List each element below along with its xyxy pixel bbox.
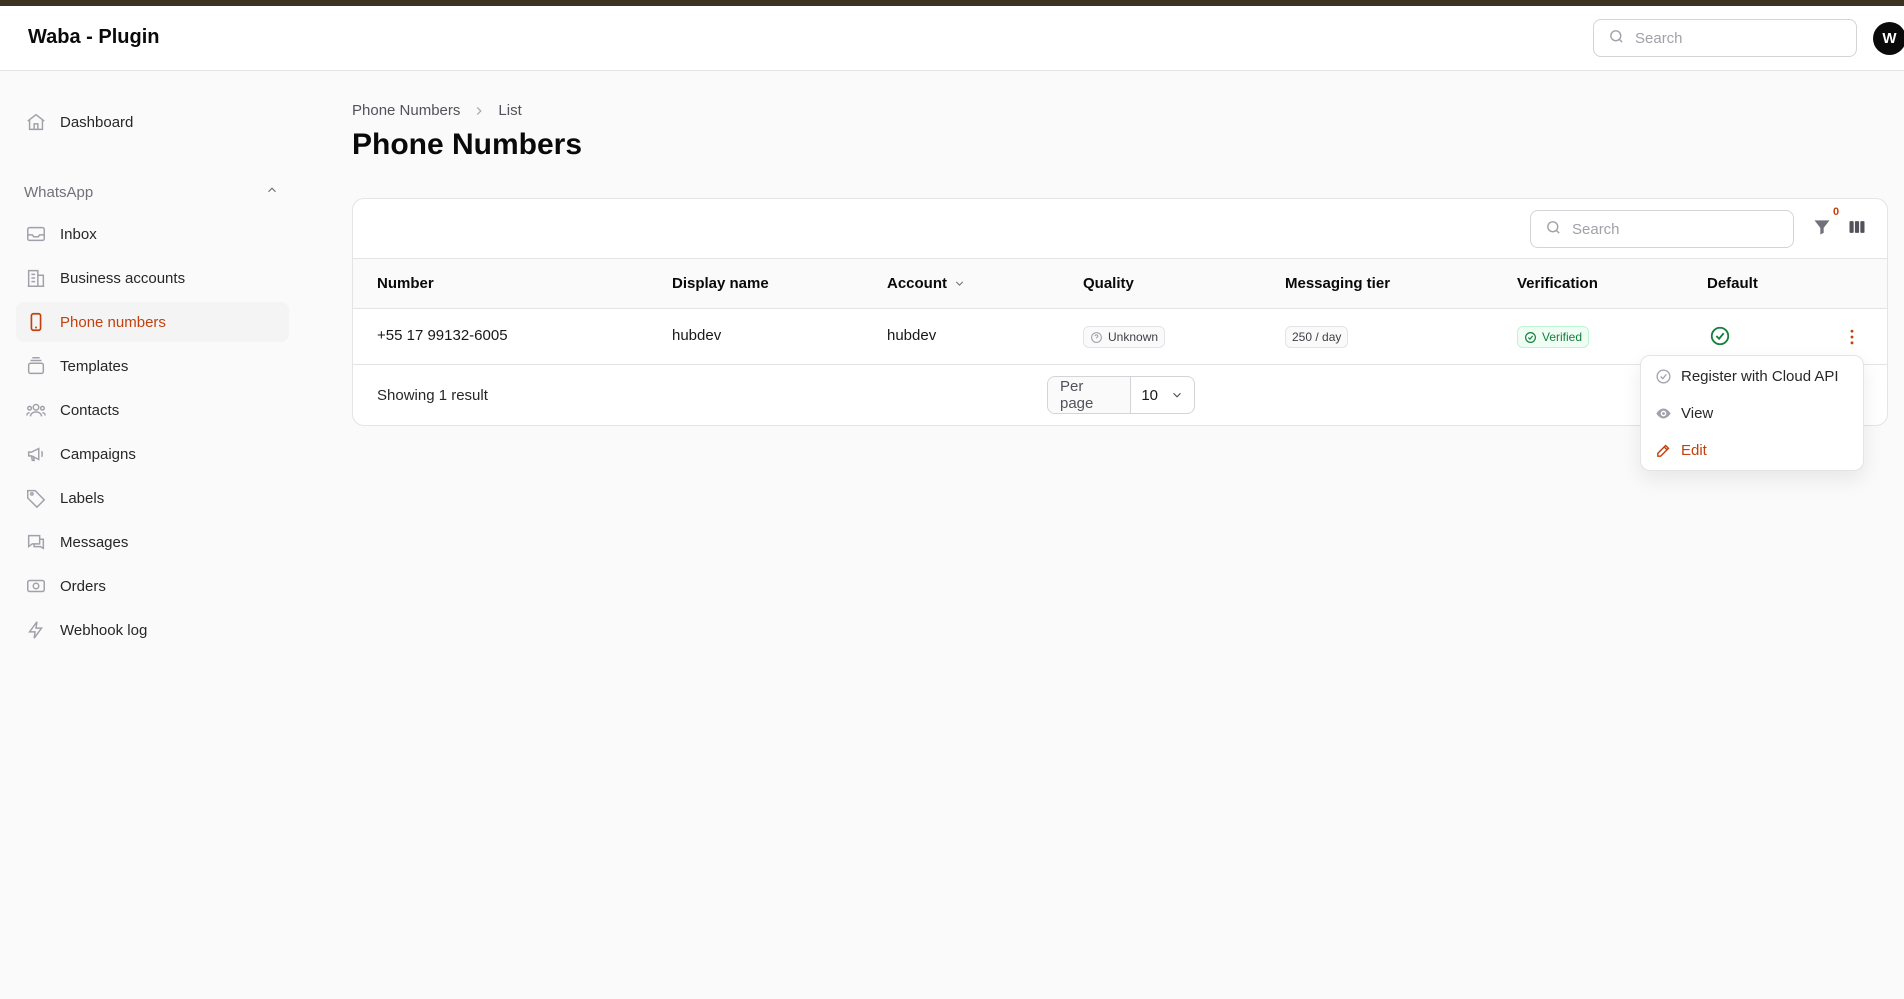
- per-page-select[interactable]: 10: [1131, 387, 1194, 404]
- sidebar-item-label: Webhook log: [60, 621, 148, 639]
- table-search[interactable]: [1530, 210, 1794, 248]
- users-icon: [24, 398, 48, 422]
- breadcrumb-parent[interactable]: Phone Numbers: [352, 102, 460, 119]
- column-header-display-name: Display name: [672, 275, 769, 292]
- sidebar-item-templates[interactable]: Templates: [16, 346, 289, 386]
- sidebar-item-label: Templates: [60, 357, 129, 375]
- menu-item-edit[interactable]: Edit: [1641, 432, 1863, 468]
- chevron-up-icon: [265, 183, 279, 201]
- per-page-value: 10: [1141, 386, 1158, 404]
- megaphone-icon: [24, 442, 48, 466]
- cell-display-name: hubdev: [672, 327, 722, 344]
- column-header-messaging-tier: Messaging tier: [1285, 275, 1391, 292]
- top-bar: Waba - Plugin W: [0, 6, 1904, 71]
- chevron-down-icon: [953, 277, 966, 290]
- home-icon: [24, 110, 48, 134]
- inbox-icon: [24, 222, 48, 246]
- verification-badge-label: Verified: [1542, 330, 1583, 344]
- row-actions-button[interactable]: [1840, 325, 1864, 349]
- sidebar-group-label: WhatsApp: [24, 183, 94, 201]
- sidebar-item-label: Inbox: [60, 225, 97, 243]
- sidebar-item-label: Campaigns: [60, 445, 136, 463]
- question-circle-icon: [1090, 331, 1103, 344]
- chat-icon: [24, 530, 48, 554]
- edit-icon: [1653, 440, 1673, 460]
- column-header-verification: Verification: [1517, 275, 1598, 292]
- menu-item-label: Register with Cloud API: [1681, 367, 1839, 385]
- filter-icon: [1812, 217, 1832, 241]
- sidebar-item-orders[interactable]: Orders: [16, 566, 289, 606]
- sidebar-item-webhook-log[interactable]: Webhook log: [16, 610, 289, 650]
- chevron-down-icon: [1170, 388, 1184, 402]
- breadcrumb: Phone Numbers List: [352, 102, 522, 119]
- sidebar-item-phone-numbers[interactable]: Phone numbers: [16, 302, 289, 342]
- building-icon: [24, 266, 48, 290]
- sidebar-item-dashboard[interactable]: Dashboard: [16, 102, 289, 142]
- cell-messaging-tier: 250 / day: [1285, 326, 1349, 348]
- cell-account: hubdev: [887, 327, 937, 344]
- menu-item-view[interactable]: View: [1641, 395, 1863, 431]
- cell-number: +55 17 99132-6005: [377, 327, 508, 344]
- bolt-icon: [24, 618, 48, 642]
- sidebar-item-label: Dashboard: [60, 113, 134, 131]
- cash-icon: [24, 574, 48, 598]
- menu-item-label: Edit: [1681, 441, 1707, 459]
- sidebar-item-label: Messages: [60, 533, 129, 551]
- sidebar-item-messages[interactable]: Messages: [16, 522, 289, 562]
- page-title: Phone Numbers: [352, 128, 583, 161]
- verification-badge: Verified: [1517, 326, 1590, 348]
- tag-icon: [24, 486, 48, 510]
- sidebar-item-business-accounts[interactable]: Business accounts: [16, 258, 289, 298]
- chevron-right-icon: [472, 104, 486, 118]
- table-toolbar: 0: [353, 199, 1887, 259]
- results-count: Showing 1 result: [377, 387, 488, 404]
- sidebar-item-inbox[interactable]: Inbox: [16, 214, 289, 254]
- quality-badge-label: Unknown: [1108, 330, 1159, 344]
- cell-verification: Verified: [1517, 326, 1590, 348]
- breadcrumb-current: List: [498, 102, 522, 119]
- sidebar-item-label: Phone numbers: [60, 313, 166, 331]
- app-title[interactable]: Waba - Plugin: [28, 26, 159, 49]
- columns-icon: [1847, 217, 1867, 241]
- column-header-account[interactable]: Account: [887, 275, 966, 292]
- table-search-input[interactable]: [1572, 220, 1772, 238]
- column-header-label: Account: [887, 275, 947, 292]
- toggle-columns-button[interactable]: [1845, 217, 1869, 241]
- table-header: Number Display name Account Quality Mess…: [353, 259, 1887, 309]
- sidebar-item-label: Orders: [60, 577, 106, 595]
- templates-icon: [24, 354, 48, 378]
- sidebar-item-contacts[interactable]: Contacts: [16, 390, 289, 430]
- per-page-control: Per page 10: [1047, 376, 1195, 414]
- per-page-label: Per page: [1048, 377, 1132, 413]
- sidebar-item-label: Business accounts: [60, 269, 186, 287]
- phone-icon: [24, 310, 48, 334]
- search-icon: [1608, 28, 1625, 49]
- cell-quality: Unknown: [1083, 326, 1166, 348]
- filter-button[interactable]: [1810, 217, 1834, 241]
- quality-badge: Unknown: [1083, 326, 1166, 348]
- check-circle-icon: [1524, 331, 1537, 344]
- global-search-input[interactable]: [1635, 29, 1835, 47]
- column-header-quality: Quality: [1083, 275, 1134, 292]
- row-actions-menu: Register with Cloud API View Edit: [1640, 355, 1864, 471]
- messaging-tier-badge: 250 / day: [1285, 326, 1349, 348]
- user-avatar[interactable]: W: [1873, 22, 1904, 55]
- sidebar-item-labels[interactable]: Labels: [16, 478, 289, 518]
- column-header-default: Default: [1707, 275, 1758, 292]
- check-circle-icon: [1653, 366, 1673, 386]
- menu-item-label: View: [1681, 404, 1714, 422]
- column-header-number: Number: [377, 275, 434, 292]
- sidebar-item-label: Labels: [60, 489, 105, 507]
- cell-default: [1709, 325, 1731, 347]
- eye-icon: [1653, 403, 1673, 423]
- sidebar-item-campaigns[interactable]: Campaigns: [16, 434, 289, 474]
- more-vertical-icon: [1842, 327, 1862, 347]
- sidebar-item-label: Contacts: [60, 401, 120, 419]
- default-check-icon: [1709, 325, 1731, 347]
- sidebar-group-whatsapp[interactable]: WhatsApp: [24, 180, 289, 204]
- menu-item-register-cloud-api[interactable]: Register with Cloud API: [1641, 358, 1863, 394]
- filter-count-badge: 0: [1833, 206, 1840, 218]
- search-icon: [1545, 219, 1562, 240]
- global-search[interactable]: [1593, 19, 1857, 57]
